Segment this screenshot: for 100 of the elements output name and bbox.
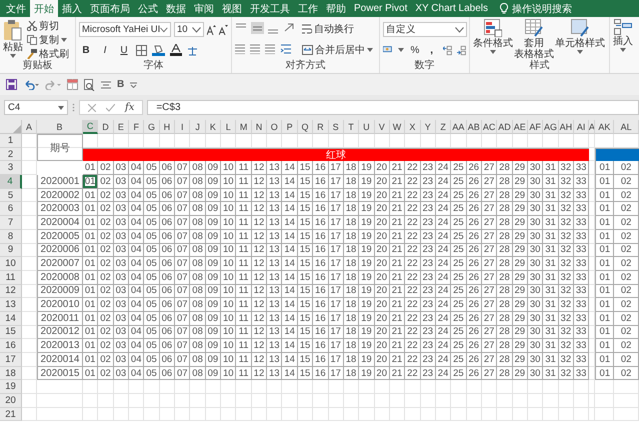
ribbon-tab[interactable]: 工作 [294, 0, 322, 17]
column-header[interactable]: E [114, 120, 130, 134]
column-header[interactable]: Q [298, 120, 314, 134]
row-header[interactable]: 7 [0, 216, 22, 230]
column-header[interactable]: X [405, 120, 421, 134]
ribbon-tab[interactable]: 公式 [134, 0, 162, 17]
row-header[interactable]: 2 [0, 148, 22, 162]
column-header[interactable]: L [221, 120, 236, 134]
ribbon-tab[interactable]: 开始 [30, 0, 58, 17]
row-header[interactable]: 15 [0, 326, 22, 340]
font-size-dropdown[interactable]: 10 [174, 22, 204, 37]
select-all-button[interactable] [0, 120, 22, 134]
row-header[interactable]: 19 [0, 380, 22, 394]
format-as-table-button[interactable]: 套用 表格格式 [514, 19, 554, 60]
row-header[interactable]: 6 [0, 202, 22, 216]
ribbon-tab[interactable]: XY Chart Labels [411, 0, 492, 17]
column-header[interactable]: M [236, 120, 252, 134]
conditional-formatting-button[interactable]: 条件格式 [473, 19, 513, 60]
row-header[interactable]: 8 [0, 230, 22, 244]
column-header[interactable]: J [190, 120, 206, 134]
column-header[interactable]: N [252, 120, 268, 134]
row-header[interactable]: 12 [0, 284, 22, 298]
ribbon-tab[interactable]: 文件 [2, 0, 30, 17]
ribbon-tab[interactable]: 视图 [218, 0, 246, 17]
column-header[interactable]: F [129, 120, 144, 134]
column-header[interactable]: Z [436, 120, 452, 134]
number-cell: 01 [595, 366, 614, 380]
column-header[interactable]: AE [512, 120, 528, 134]
format-painter-button[interactable]: 格式刷 [26, 47, 70, 60]
row-header[interactable]: 9 [0, 244, 22, 258]
ribbon-tab[interactable]: Power Pivot [350, 0, 412, 17]
column-header[interactable]: W [390, 120, 406, 134]
comma-button[interactable]: , [426, 43, 438, 57]
row-header[interactable]: 10 [0, 257, 22, 271]
insert-function-button[interactable]: fx [125, 102, 134, 113]
column-header[interactable]: A [22, 120, 37, 134]
bold-button[interactable]: B [79, 43, 93, 57]
column-header[interactable]: K [206, 120, 222, 134]
cut-button[interactable]: 剪切 [26, 19, 70, 32]
column-header[interactable]: AL [614, 120, 639, 134]
column-header[interactable]: B [37, 120, 83, 134]
column-header[interactable]: O [267, 120, 282, 134]
column-header[interactable]: S [328, 120, 344, 134]
row-header[interactable]: 11 [0, 270, 22, 285]
column-header[interactable]: T [344, 120, 360, 134]
number-cell: 07 [175, 216, 190, 230]
row-header[interactable]: 3 [0, 161, 22, 176]
row-header[interactable]: 20 [0, 394, 22, 408]
column-header[interactable]: H [160, 120, 176, 134]
ribbon-tab[interactable]: 插入 [58, 0, 86, 17]
row-header[interactable]: 17 [0, 353, 22, 367]
column-header[interactable]: P [282, 120, 298, 134]
column-header[interactable]: C [83, 120, 98, 134]
number-cell: 08 [190, 188, 206, 202]
column-header[interactable]: AG [543, 120, 559, 134]
ribbon-tab[interactable]: 审阅 [190, 0, 218, 17]
row-header[interactable]: 18 [0, 366, 22, 380]
column-header[interactable]: AH [558, 120, 574, 134]
column-header[interactable]: AD [497, 120, 513, 134]
name-box[interactable]: C4 [4, 100, 68, 115]
number-format-dropdown[interactable]: 自定义 [383, 22, 467, 37]
column-header[interactable]: Y [420, 120, 436, 134]
underline-button[interactable]: U [117, 43, 131, 57]
italic-button[interactable]: I [98, 43, 112, 57]
tell-me-search[interactable]: 操作说明搜索 [512, 2, 572, 16]
column-header[interactable]: AA [451, 120, 467, 134]
row-header[interactable]: 1 [0, 134, 22, 148]
number-cell: 04 [129, 202, 144, 216]
row-header[interactable]: 4 [0, 175, 22, 189]
column-header[interactable]: R [313, 120, 328, 134]
ribbon-tab[interactable]: 数据 [162, 0, 190, 17]
column-header[interactable]: V [374, 120, 390, 134]
column-header[interactable]: AC [482, 120, 498, 134]
column-header[interactable]: AB [466, 120, 482, 134]
column-header[interactable]: G [144, 120, 160, 134]
copy-button[interactable]: 复制 [26, 33, 70, 46]
font-name-dropdown[interactable]: Microsoft YaHei UI [79, 22, 171, 37]
cell-styles-button[interactable]: 单元格样式 [555, 19, 605, 60]
ribbon-tab[interactable]: 页面布局 [86, 0, 134, 17]
column-header[interactable]: AI [574, 120, 590, 134]
wrap-text-button[interactable]: 自动换行 [301, 22, 374, 35]
ribbon-tab[interactable]: 帮助 [322, 0, 350, 17]
number-cell: 12 [252, 326, 268, 340]
row-header[interactable]: 16 [0, 339, 22, 353]
row-header[interactable]: 5 [0, 188, 22, 202]
column-header[interactable]: AF [528, 120, 544, 134]
formula-field[interactable]: =C$3 [147, 100, 639, 115]
column-header[interactable]: U [359, 120, 375, 134]
percent-button[interactable]: % [409, 43, 421, 57]
paste-button[interactable]: 粘贴 [3, 19, 23, 60]
row-header[interactable]: 13 [0, 298, 22, 312]
column-header[interactable]: I [175, 120, 190, 134]
row-header[interactable]: 14 [0, 312, 22, 326]
column-header[interactable]: AK [595, 120, 614, 134]
ribbon-tab[interactable]: 开发工具 [246, 0, 294, 17]
bold-button[interactable]: B [117, 79, 124, 90]
merge-center-button[interactable]: 合并后居中 [301, 43, 374, 56]
column-header[interactable]: D [98, 120, 114, 134]
insert-button[interactable]: 插入 [613, 19, 633, 73]
row-header[interactable]: 21 [0, 408, 22, 422]
